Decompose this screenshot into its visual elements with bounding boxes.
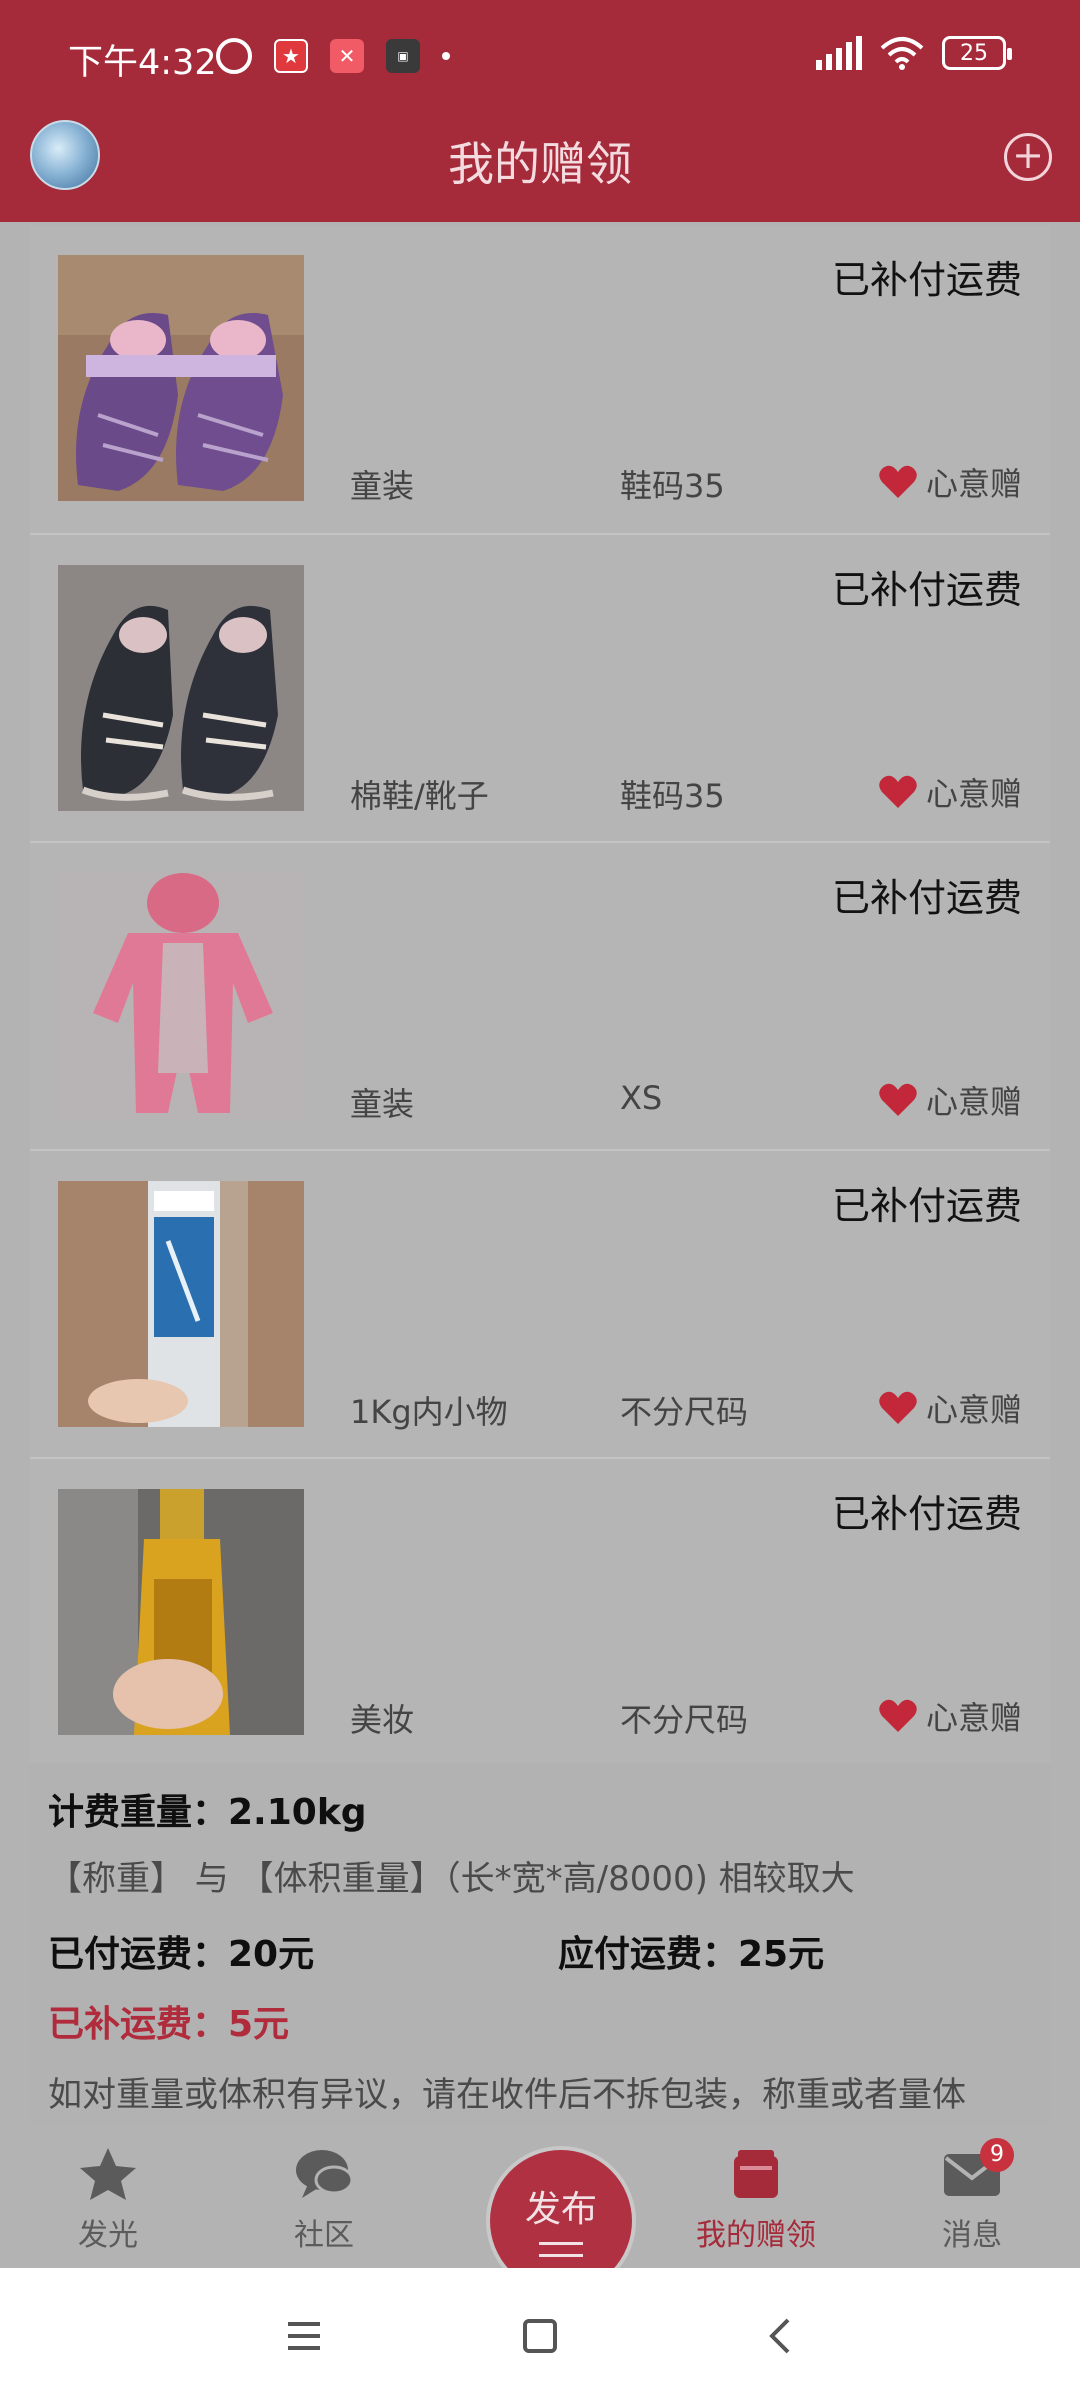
heart-icon [879, 1699, 917, 1732]
gift-box-icon [726, 2146, 786, 2202]
back-icon[interactable] [750, 2308, 810, 2364]
app-notification-icon-2: ✕ [330, 39, 364, 73]
dispute-tip: 如对重量或体积有异议，请在收件后不拆包装，称重或者量体 [48, 2075, 966, 2115]
gift-type-label: 心意赠 [925, 465, 1022, 503]
nav-label: 我的赠领 [696, 2218, 816, 2253]
star-icon [78, 2146, 138, 2202]
app-notification-icon: ★ [274, 39, 308, 73]
app-screen: { "status_bar": { "time": "下午4:32", "bat… [0, 0, 1080, 2400]
list-item[interactable]: 已补付运费 童装 鞋码35 心意赠 [30, 225, 1050, 535]
battery-level: 25 [960, 40, 988, 66]
status-time: 下午4:32 [68, 43, 217, 83]
nav-item-community[interactable]: 社区 [244, 2146, 404, 2254]
item-thumbnail-nasal-spray-box [58, 1181, 304, 1427]
add-button[interactable]: + [1004, 133, 1052, 181]
item-category: 1Kg内小物 [350, 1393, 508, 1431]
extra-shipping-paid: 已补运费：5元 [48, 2004, 290, 2045]
billing-weight: 计费重量：2.10kg [48, 1792, 367, 1833]
publish-icon [539, 2242, 583, 2257]
item-status: 已补付运费 [831, 1184, 1022, 1228]
heart-icon [879, 1083, 917, 1116]
wifi-icon [880, 37, 924, 70]
item-gift-type: 心意赠 [878, 769, 1022, 815]
item-thumbnail-hair-oil-bottle [58, 1489, 304, 1735]
battery-icon: 25 [942, 36, 1012, 70]
item-gift-type: 心意赠 [878, 459, 1022, 505]
item-gift-type: 心意赠 [878, 1385, 1022, 1431]
gift-type-label: 心意赠 [925, 1699, 1022, 1737]
item-gift-type: 心意赠 [878, 1693, 1022, 1739]
nav-item-my-gifts[interactable]: 我的赠领 [676, 2146, 836, 2254]
heart-icon [879, 1391, 917, 1424]
item-thumbnail-pink-onesie [58, 873, 304, 1119]
page-title: 我的赠领 [448, 137, 632, 191]
item-category: 棉鞋/靴子 [350, 777, 489, 815]
item-size: 不分尺码 [620, 1701, 749, 1739]
menu-icon[interactable] [274, 2308, 334, 2364]
weight-rule-note: 【称重】 与 【体积重量】（长*宽*高/8000) 相较取大 [48, 1859, 855, 1899]
bottom-navigation: 发光 社区 发布 我的赠领 9 消息 [0, 2126, 1080, 2296]
item-category: 美妆 [350, 1701, 415, 1739]
system-nav-bar [0, 2268, 1080, 2400]
publish-label: 发布 [524, 2189, 597, 2230]
list-item[interactable]: 已补付运费 美妆 不分尺码 心意赠 [30, 1459, 1050, 1767]
app-header: 下午4:32 ★ ✕ ▣ 25 我的赠领 + [0, 0, 1080, 222]
chat-icon [294, 2146, 354, 2202]
more-notifications-dot [442, 52, 450, 60]
item-size: 鞋码35 [620, 467, 725, 505]
gift-type-label: 心意赠 [925, 775, 1022, 813]
item-gift-type: 心意赠 [878, 1077, 1022, 1123]
item-size: 不分尺码 [620, 1393, 749, 1431]
item-status: 已补付运费 [831, 568, 1022, 612]
item-category: 童装 [350, 1085, 415, 1123]
alarm-icon [216, 38, 252, 74]
signal-icon [816, 36, 862, 70]
shipping-summary: 计费重量：2.10kg 【称重】 与 【体积重量】（长*宽*高/8000) 相较… [30, 1763, 1050, 2126]
nav-item-glow[interactable]: 发光 [28, 2146, 188, 2254]
app-notification-icon-3: ▣ [386, 39, 420, 73]
list-item[interactable]: 已补付运费 童装 XS 心意赠 [30, 843, 1050, 1151]
list-item[interactable]: 已补付运费 1Kg内小物 不分尺码 心意赠 [30, 1151, 1050, 1459]
nav-label: 社区 [294, 2218, 354, 2253]
item-category: 童装 [350, 467, 415, 505]
paid-shipping: 已付运费：20元 [48, 1934, 315, 1975]
nav-item-messages[interactable]: 9 消息 [892, 2138, 1052, 2254]
nav-label: 消息 [942, 2218, 1002, 2253]
item-thumbnail-sneakers-purple [58, 255, 304, 501]
list-item[interactable]: 已补付运费 棉鞋/靴子 鞋码35 心意赠 [30, 535, 1050, 843]
heart-icon [879, 465, 917, 498]
status-system-icons: 25 [816, 36, 1012, 70]
item-status: 已补付运费 [831, 876, 1022, 920]
unread-badge: 9 [980, 2138, 1014, 2172]
home-icon[interactable] [510, 2308, 570, 2364]
item-thumbnail-black-shoes [58, 565, 304, 811]
item-status: 已补付运费 [831, 1492, 1022, 1536]
item-size: XS [620, 1079, 663, 1117]
gift-list: 已补付运费 童装 鞋码35 心意赠 已补付运费 棉鞋/靴子 鞋码35 心意赠 已… [30, 225, 1050, 1767]
item-size: 鞋码35 [620, 777, 725, 815]
heart-icon [879, 775, 917, 808]
gift-type-label: 心意赠 [925, 1083, 1022, 1121]
status-notification-icons: ★ ✕ ▣ [216, 38, 450, 74]
gift-type-label: 心意赠 [925, 1391, 1022, 1429]
due-shipping: 应付运费：25元 [558, 1934, 825, 1975]
mail-icon: 9 [942, 2138, 1014, 2202]
nav-label: 发光 [78, 2218, 138, 2253]
item-status: 已补付运费 [831, 258, 1022, 302]
